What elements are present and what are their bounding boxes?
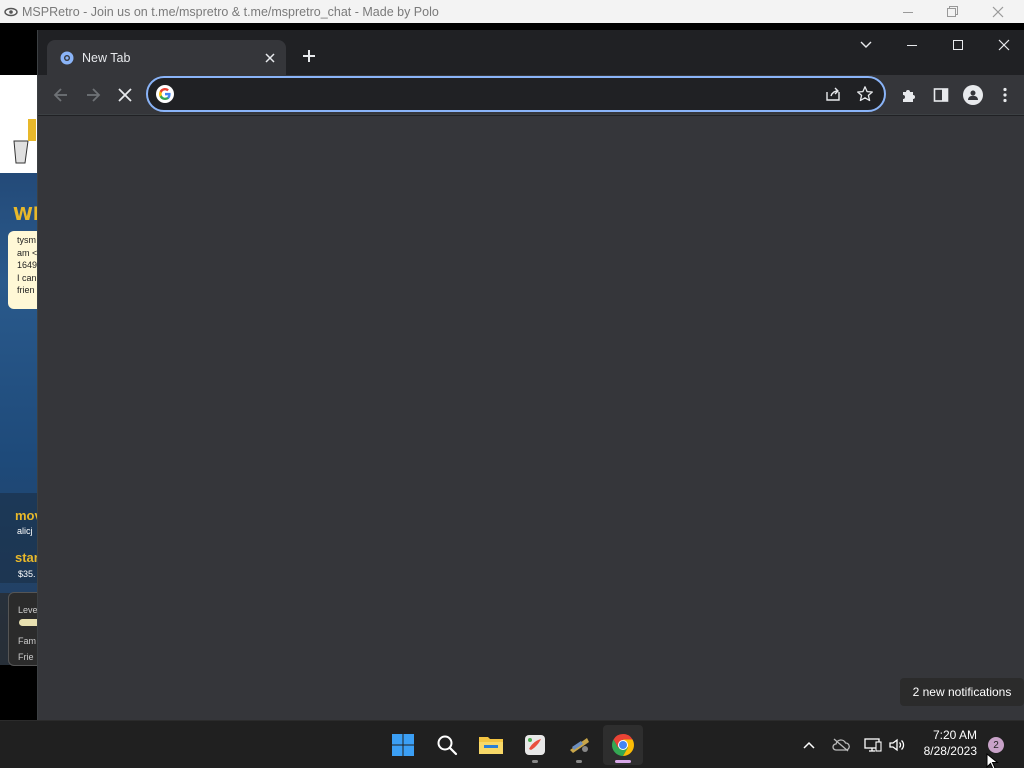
star-icon[interactable] <box>856 85 874 103</box>
mspretro-app-icon <box>567 734 591 756</box>
omnibox[interactable] <box>146 76 886 112</box>
chat-line: tysm <box>17 235 36 245</box>
friends-label: Frie <box>18 652 34 662</box>
notification-toast[interactable]: 2 new notifications <box>900 678 1024 706</box>
movie-label: mov <box>15 508 37 523</box>
chrome-maximize-button[interactable] <box>935 30 981 60</box>
mouse-cursor-icon <box>986 753 999 768</box>
side-panel-button[interactable] <box>925 79 957 111</box>
app-button-1[interactable] <box>515 725 555 765</box>
tab-strip: New Tab <box>38 30 1024 75</box>
money-value: $35. <box>18 569 36 579</box>
search-button[interactable] <box>427 725 467 765</box>
windows-logo-icon <box>391 733 415 757</box>
running-indicator <box>532 760 538 763</box>
new-tab-button[interactable] <box>296 43 322 69</box>
back-button[interactable] <box>45 79 77 111</box>
person-icon <box>963 85 983 105</box>
level-label: Leve <box>18 605 37 615</box>
tab-search-button[interactable] <box>843 30 889 60</box>
folder-icon <box>478 734 504 756</box>
file-explorer-button[interactable] <box>471 725 511 765</box>
chat-line: am < <box>17 247 37 258</box>
search-icon <box>436 734 458 756</box>
chat-note: tysm am < 1649 I can frien <box>8 231 37 309</box>
chevron-up-icon <box>803 741 815 749</box>
maximize-icon <box>952 39 964 51</box>
kebab-menu-icon <box>1003 87 1007 103</box>
level-bar <box>19 619 37 626</box>
start-button[interactable] <box>383 725 423 765</box>
active-indicator <box>615 760 631 763</box>
app-maximize-button[interactable] <box>930 0 976 23</box>
new-tab-page <box>38 116 1024 720</box>
puzzle-icon <box>901 87 917 103</box>
app-button-2[interactable] <box>559 725 599 765</box>
running-indicator <box>576 760 582 763</box>
chat-line: 1649 <box>17 260 37 270</box>
paint-app-icon <box>524 734 546 756</box>
tab-new-tab[interactable]: New Tab <box>47 40 286 75</box>
chrome-window: New Tab <box>37 30 1024 720</box>
notification-badge[interactable]: 2 <box>988 737 1004 753</box>
chat-line: frien <box>17 285 35 295</box>
close-icon <box>998 39 1010 51</box>
app-close-button[interactable] <box>975 0 1021 23</box>
chrome-favicon-icon <box>60 51 74 65</box>
fame-label: Fam <box>18 636 36 646</box>
stop-x-icon <box>118 88 132 102</box>
browser-toolbar <box>38 75 1024 115</box>
arrow-left-icon <box>53 87 69 103</box>
game-heading: Wh <box>13 204 37 225</box>
chrome-close-button[interactable] <box>981 30 1024 60</box>
app-title: MSPRetro - Join us on t.me/mspretro & t.… <box>22 4 439 19</box>
plus-icon <box>302 49 316 63</box>
side-panel-icon <box>933 87 949 103</box>
app-titlebar: MSPRetro - Join us on t.me/mspretro & t.… <box>0 0 1024 23</box>
mspretro-eye-icon <box>0 0 22 23</box>
game-background: Wh tysm am < 1649 I can frien mov alicj … <box>0 23 37 720</box>
app-minimize-button[interactable] <box>885 0 931 23</box>
arrow-right-icon <box>85 87 101 103</box>
movie-user: alicj <box>17 526 33 536</box>
tray-overflow-button[interactable] <box>799 733 819 757</box>
volume-button[interactable] <box>885 733 909 757</box>
share-icon[interactable] <box>824 85 842 103</box>
chrome-menu-button[interactable] <box>989 79 1021 111</box>
chat-line: I can <box>17 272 37 283</box>
star-label: star <box>15 550 37 565</box>
profile-button[interactable] <box>957 79 989 111</box>
close-icon[interactable] <box>262 50 278 66</box>
chrome-minimize-button[interactable] <box>889 30 935 60</box>
network-button[interactable] <box>861 733 885 757</box>
clock-date: 8/28/2023 <box>923 744 977 758</box>
chevron-down-icon <box>860 41 872 49</box>
chrome-button[interactable] <box>603 725 643 765</box>
network-icon <box>864 737 882 753</box>
extensions-button[interactable] <box>893 79 925 111</box>
taskbar: 7:20 AM 8/28/2023 2 <box>0 720 1024 768</box>
omnibox-input[interactable] <box>180 84 780 104</box>
taskbar-clock[interactable]: 7:20 AM 8/28/2023 <box>912 727 996 763</box>
chrome-icon <box>611 733 635 757</box>
speaker-icon <box>888 737 906 753</box>
cloud-offline-icon <box>832 738 850 752</box>
google-g-icon <box>156 85 174 103</box>
stop-button[interactable] <box>109 79 141 111</box>
stats-panel: Leve Fam Frie <box>8 592 37 666</box>
clock-time: 7:20 AM <box>932 728 977 742</box>
forward-button[interactable] <box>77 79 109 111</box>
onedrive-button[interactable] <box>829 733 853 757</box>
minimize-icon <box>906 39 918 51</box>
tab-title: New Tab <box>82 50 131 65</box>
